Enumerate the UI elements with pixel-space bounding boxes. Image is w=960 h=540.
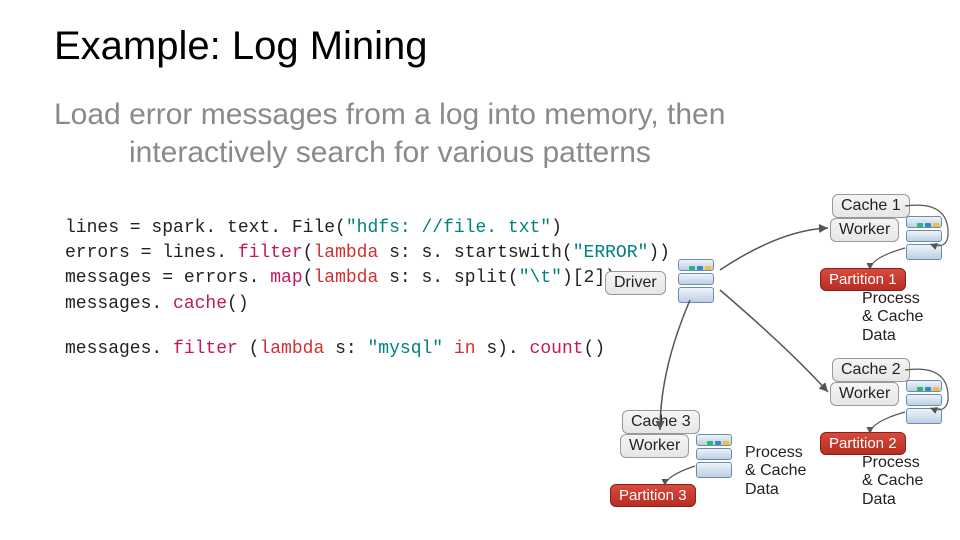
code-block: lines = spark. text. File("hdfs: //file.… (65, 216, 670, 362)
code-line-1: lines = spark. text. File("hdfs: //file.… (65, 216, 670, 241)
cache-3-badge: Cache 3 (622, 410, 700, 434)
partition-2-badge: Partition 2 (820, 432, 906, 455)
code-string: "\t" (519, 268, 562, 288)
slide-title: Example: Log Mining (54, 24, 428, 69)
process-text-3: Process & Cache Data (745, 444, 806, 499)
process-line: Process (862, 290, 920, 307)
partition-3-badge: Partition 3 (610, 484, 696, 507)
slide-subtitle: Load error messages from a log into memo… (54, 96, 874, 171)
cache-1-badge: Cache 1 (832, 194, 910, 218)
code-lambda: lambda (259, 339, 324, 359)
code-text: s: (324, 339, 367, 359)
process-line: Data (862, 327, 896, 344)
code-lambda: lambda (313, 268, 378, 288)
code-lambda: lambda (313, 243, 378, 263)
code-line-2: errors = lines. filter(lambda s: s. star… (65, 241, 670, 266)
process-line: Process (745, 444, 803, 461)
driver-group: Driver (605, 255, 720, 311)
code-text: messages = errors. (65, 268, 259, 288)
code-text: s: s. startswith( (378, 243, 572, 263)
code-line-5: messages. filter (lambda s: "mysql" in s… (65, 337, 670, 362)
code-keyword: map (259, 268, 302, 288)
cache-2-badge: Cache 2 (832, 358, 910, 382)
code-text: errors = lines. (65, 243, 227, 263)
worker-3-badge: Worker (620, 434, 689, 458)
code-text: ( (238, 339, 260, 359)
server-icon (900, 212, 948, 268)
code-text: s: s. split( (378, 268, 518, 288)
code-line-4: messages. cache() (65, 292, 670, 317)
code-string: "hdfs: //file. txt" (346, 218, 551, 238)
code-text: () (227, 294, 249, 314)
process-line: Process (862, 454, 920, 471)
worker-1-badge: Worker (830, 218, 899, 242)
process-line: & Cache (745, 462, 806, 479)
worker-2-badge: Worker (830, 382, 899, 406)
code-text: ( (303, 268, 314, 288)
code-text: ) (551, 218, 562, 238)
code-keyword: in (443, 339, 475, 359)
subtitle-line1: Load error messages from a log into memo… (54, 98, 725, 131)
process-line: & Cache (862, 472, 923, 489)
process-text-2: Process & Cache Data (862, 454, 923, 509)
code-keyword: cache (162, 294, 227, 314)
subtitle-line2: interactively search for various pattern… (54, 134, 874, 172)
code-text: s). (476, 339, 519, 359)
code-text: () (584, 339, 606, 359)
server-icon (900, 376, 948, 432)
process-line: Data (862, 491, 896, 508)
code-string: "mysql" (367, 339, 443, 359)
code-keyword: filter (227, 243, 303, 263)
code-text: messages. (65, 339, 162, 359)
code-keyword: count (519, 339, 584, 359)
driver-badge: Driver (605, 271, 666, 295)
code-line-3: messages = errors. map(lambda s: s. spli… (65, 266, 670, 291)
code-keyword: filter (162, 339, 238, 359)
code-text: messages. (65, 294, 162, 314)
server-icon (690, 430, 738, 486)
server-icon (672, 255, 720, 311)
process-line: Data (745, 481, 779, 498)
code-text: ( (303, 243, 314, 263)
process-line: & Cache (862, 308, 923, 325)
code-text: lines = spark. text. File( (65, 218, 346, 238)
partition-1-badge: Partition 1 (820, 268, 906, 291)
process-text-1: Process & Cache Data (862, 290, 923, 345)
